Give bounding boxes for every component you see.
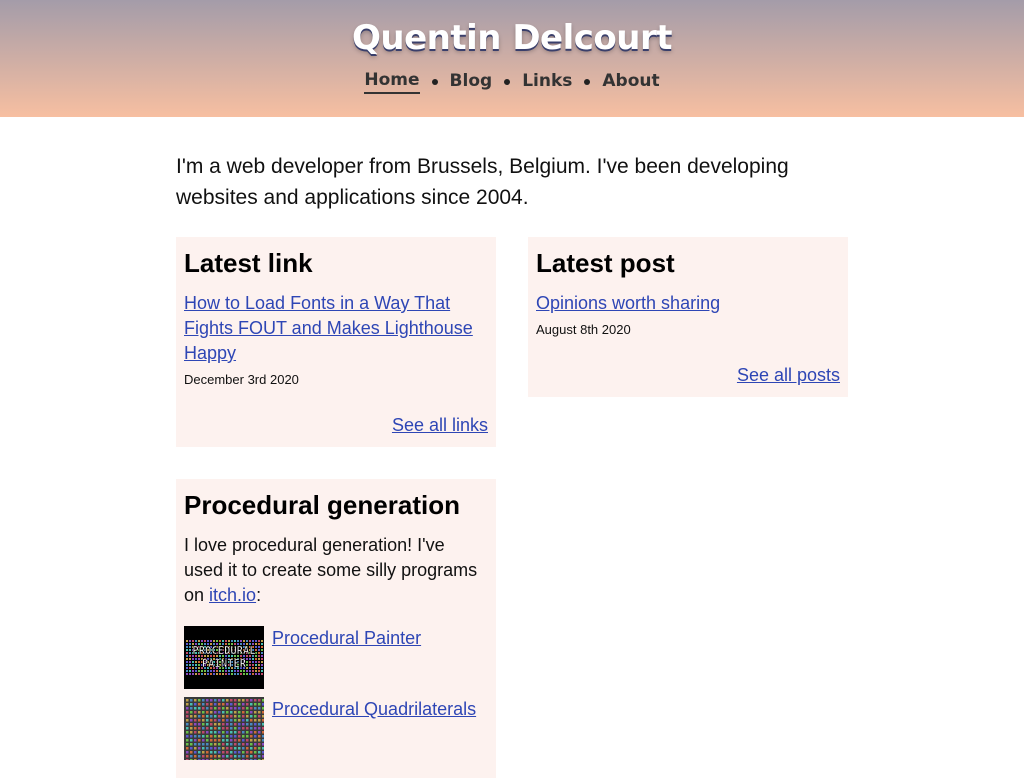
procedural-painter-link[interactable]: Procedural Painter (272, 626, 421, 650)
project-item: Procedural Quadrilaterals (184, 697, 488, 760)
procedural-text-after: : (256, 585, 262, 605)
procedural-heading: Procedural generation (184, 490, 460, 520)
project-item: PROCEDURAL PAINTER Procedural Painter (184, 626, 488, 689)
nav-item-links[interactable]: Links (522, 71, 572, 93)
see-all-posts-link[interactable]: See all posts (737, 365, 840, 385)
site-header: Quentin Delcourt Home Blog Links About (0, 0, 1024, 117)
procedural-painter-thumbnail[interactable]: PROCEDURAL PAINTER (184, 626, 264, 689)
latest-post-card: Latest post Opinions worth sharing Augus… (528, 237, 848, 397)
main-nav: Home Blog Links About (0, 70, 1024, 94)
nav-item-about[interactable]: About (602, 71, 659, 93)
procedural-quadrilaterals-thumbnail[interactable] (184, 697, 264, 760)
latest-link-card: Latest link How to Load Fonts in a Way T… (176, 237, 496, 447)
see-all-links-row: See all links (184, 413, 488, 437)
latest-link-heading: Latest link (184, 248, 313, 278)
see-all-links-link[interactable]: See all links (392, 415, 488, 435)
procedural-description: I love procedural generation! I've used … (184, 533, 488, 608)
intro-text: I'm a web developer from Brussels, Belgi… (176, 155, 789, 209)
see-all-posts-row: See all posts (536, 363, 840, 387)
thumb-text-line2: PAINTER (202, 658, 247, 670)
site-title: Quentin Delcourt (352, 18, 673, 58)
itch-io-link[interactable]: itch.io (209, 585, 256, 605)
nav-separator-dot (504, 79, 511, 85)
procedural-quadrilaterals-link[interactable]: Procedural Quadrilaterals (272, 697, 476, 721)
thumb-text-line1: PROCEDURAL (192, 645, 255, 657)
latest-post-title[interactable]: Opinions worth sharing (536, 291, 720, 316)
nav-separator-dot (584, 79, 591, 85)
procedural-generation-card: Procedural generation I love procedural … (176, 479, 496, 778)
cards-grid: Latest link How to Load Fonts in a Way T… (176, 237, 848, 778)
latest-post-date: August 8th 2020 (536, 322, 631, 337)
latest-link-title[interactable]: How to Load Fonts in a Way That Fights F… (184, 291, 488, 366)
main-content: I'm a web developer from Brussels, Belgi… (176, 117, 848, 778)
latest-post-heading: Latest post (536, 248, 675, 278)
nav-item-home[interactable]: Home (364, 70, 420, 94)
nav-item-blog[interactable]: Blog (450, 71, 493, 93)
nav-separator-dot (431, 79, 438, 85)
latest-link-date: December 3rd 2020 (184, 372, 299, 387)
